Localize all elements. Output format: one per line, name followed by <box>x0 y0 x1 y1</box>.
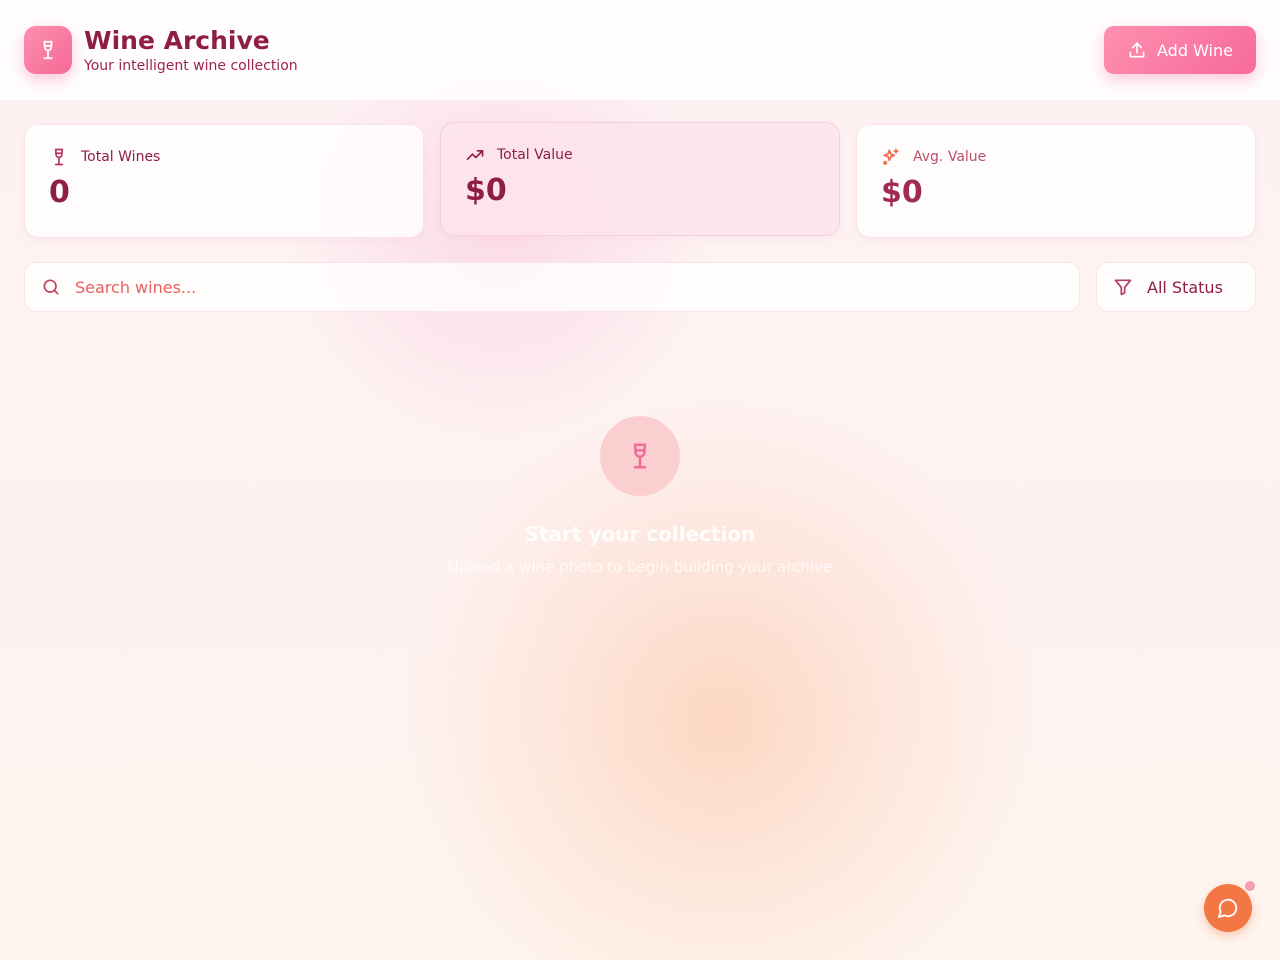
sparkles-icon <box>883 148 899 165</box>
page-title: Wine Archive <box>84 26 270 55</box>
stat-value: $0 <box>881 175 923 210</box>
search-box[interactable] <box>24 262 1080 312</box>
status-filter-value: All Status <box>1147 277 1223 297</box>
logo <box>24 26 72 74</box>
add-wine-button[interactable]: Add Wine <box>1104 26 1256 74</box>
status-filter-select[interactable]: All Status <box>1096 262 1256 312</box>
page-subtitle: Your intelligent wine collection <box>84 58 298 74</box>
empty-state: Start your collection Upload a wine phot… <box>0 416 1280 576</box>
chat-bubble-icon <box>1217 898 1238 919</box>
app-header: Wine Archive Your intelligent wine colle… <box>0 0 1280 100</box>
stat-card-total-value: Total Value $0 <box>440 122 840 236</box>
empty-state-title: Start your collection <box>524 522 756 546</box>
empty-state-subtitle: Upload a wine photo to begin building yo… <box>447 558 833 576</box>
search-input[interactable] <box>75 277 1063 297</box>
search-icon <box>43 279 59 295</box>
wine-glass-icon <box>43 40 53 60</box>
trending-up-icon <box>466 150 484 160</box>
brand-text: Wine Archive Your intelligent wine colle… <box>84 26 298 74</box>
stat-label: Total Wines <box>81 149 161 165</box>
brand: Wine Archive Your intelligent wine colle… <box>24 26 298 74</box>
stat-value: 0 <box>49 175 70 210</box>
stat-label: Total Value <box>497 147 573 163</box>
stat-label: Avg. Value <box>913 149 987 165</box>
upload-icon <box>1129 42 1145 58</box>
wine-glass-icon <box>54 148 64 166</box>
stat-card-total-wines: Total Wines 0 <box>24 124 424 238</box>
wine-glass-icon <box>633 443 647 469</box>
chat-button[interactable] <box>1204 884 1252 932</box>
add-wine-label: Add Wine <box>1157 40 1233 60</box>
notification-dot <box>1245 881 1255 891</box>
stats-row: Total Wines 0 Total Value $0 Avg. Value … <box>0 100 1280 238</box>
stat-value: $0 <box>465 173 507 208</box>
empty-state-badge <box>600 416 680 496</box>
filter-icon <box>1114 279 1132 296</box>
stat-card-avg-value: Avg. Value $0 <box>856 124 1256 238</box>
filter-bar: All Status <box>0 238 1280 312</box>
